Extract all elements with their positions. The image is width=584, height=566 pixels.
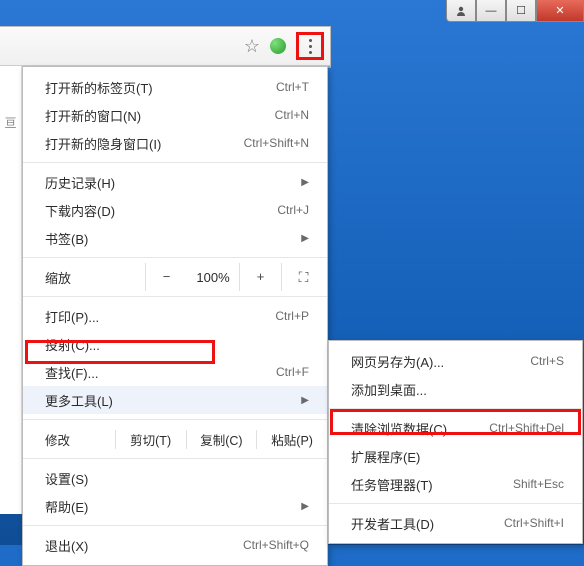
- menu-item-label: 查找(F)...: [45, 363, 276, 382]
- submenu-save-as[interactable]: 网页另存为(A)... Ctrl+S: [329, 347, 582, 375]
- submenu-extensions[interactable]: 扩展程序(E): [329, 442, 582, 470]
- menu-button[interactable]: [309, 39, 312, 54]
- menu-item-label: 退出(X): [45, 536, 243, 555]
- zoom-out-button[interactable]: −: [145, 263, 187, 291]
- menu-item-label: 开发者工具(D): [351, 514, 504, 533]
- menu-item-accel: Ctrl+J: [277, 203, 309, 217]
- menu-separator: [23, 257, 327, 258]
- user-icon: [455, 5, 467, 17]
- menu-item-label: 添加到桌面...: [351, 380, 564, 399]
- close-button[interactable]: ✕: [536, 0, 584, 22]
- copy-button[interactable]: 复制(C): [187, 430, 258, 449]
- menu-item-label: 更多工具(L): [45, 391, 295, 410]
- menu-item-label: 打印(P)...: [45, 307, 275, 326]
- minimize-button[interactable]: —: [476, 0, 506, 22]
- menu-item-accel: Ctrl+T: [276, 80, 309, 94]
- chevron-right-icon: ▶: [301, 395, 309, 406]
- menu-item-label: 扩展程序(E): [351, 447, 564, 466]
- menu-item-accel: Ctrl+Shift+N: [244, 136, 309, 150]
- zoom-label: 缩放: [45, 268, 145, 287]
- menu-button-highlight: [296, 32, 324, 60]
- submenu-add-desktop[interactable]: 添加到桌面...: [329, 375, 582, 403]
- toolbar: ☆: [0, 27, 330, 66]
- menu-item-label: 书签(B): [45, 229, 295, 248]
- menu-zoom: 缩放 − 100% + ⛶: [23, 263, 327, 291]
- menu-separator: [23, 296, 327, 297]
- menu-item-label: 清除浏览数据(C)...: [351, 419, 489, 438]
- menu-item-label: 下载内容(D): [45, 201, 277, 220]
- main-menu: 打开新的标签页(T) Ctrl+T 打开新的窗口(N) Ctrl+N 打开新的隐…: [22, 66, 328, 566]
- menu-item-accel: Shift+Esc: [513, 477, 564, 491]
- menu-item-label: 网页另存为(A)...: [351, 352, 530, 371]
- menu-item-label: 投射(C)...: [45, 335, 309, 354]
- menu-separator: [23, 162, 327, 163]
- more-tools-submenu: 网页另存为(A)... Ctrl+S 添加到桌面... 清除浏览数据(C)...…: [328, 340, 583, 544]
- menu-item-label: 任务管理器(T): [351, 475, 513, 494]
- paste-button[interactable]: 粘贴(P): [257, 430, 327, 449]
- menu-separator: [23, 525, 327, 526]
- menu-item-accel: Ctrl+Shift+I: [504, 516, 564, 530]
- menu-separator: [23, 419, 327, 420]
- chevron-right-icon: ▶: [301, 177, 309, 188]
- menu-settings[interactable]: 设置(S): [23, 464, 327, 492]
- menu-item-accel: Ctrl+Shift+Del: [489, 421, 564, 435]
- zoom-value: 100%: [187, 270, 239, 285]
- cut-button[interactable]: 剪切(T): [116, 430, 187, 449]
- menu-new-tab[interactable]: 打开新的标签页(T) Ctrl+T: [23, 73, 327, 101]
- menu-item-label: 打开新的窗口(N): [45, 106, 275, 125]
- menu-item-accel: Ctrl+F: [276, 365, 309, 379]
- menu-separator: [23, 458, 327, 459]
- menu-separator: [329, 408, 582, 409]
- extension-icon[interactable]: [270, 38, 286, 54]
- menu-cast[interactable]: 投射(C)...: [23, 330, 327, 358]
- chevron-right-icon: ▶: [301, 233, 309, 244]
- browser-toolbar-area: ☆: [0, 26, 331, 68]
- menu-downloads[interactable]: 下载内容(D) Ctrl+J: [23, 196, 327, 224]
- submenu-dev-tools[interactable]: 开发者工具(D) Ctrl+Shift+I: [329, 509, 582, 537]
- edit-label: 修改: [23, 430, 116, 449]
- menu-item-accel: Ctrl+P: [275, 309, 309, 323]
- menu-print[interactable]: 打印(P)... Ctrl+P: [23, 302, 327, 330]
- menu-incognito[interactable]: 打开新的隐身窗口(I) Ctrl+Shift+N: [23, 129, 327, 157]
- menu-item-label: 帮助(E): [45, 497, 295, 516]
- menu-item-accel: Ctrl+S: [530, 354, 564, 368]
- window-controls: — ☐ ✕: [446, 0, 584, 22]
- menu-item-label: 历史记录(H): [45, 173, 295, 192]
- menu-more-tools[interactable]: 更多工具(L) ▶: [23, 386, 327, 414]
- fullscreen-button[interactable]: ⛶: [281, 263, 325, 291]
- menu-item-label: 打开新的标签页(T): [45, 78, 276, 97]
- bookmark-star-icon[interactable]: ☆: [244, 36, 260, 57]
- maximize-button[interactable]: ☐: [506, 0, 536, 22]
- menu-bookmarks[interactable]: 书签(B) ▶: [23, 224, 327, 252]
- account-button[interactable]: [446, 0, 476, 22]
- menu-exit[interactable]: 退出(X) Ctrl+Shift+Q: [23, 531, 327, 559]
- menu-find[interactable]: 查找(F)... Ctrl+F: [23, 358, 327, 386]
- submenu-task-manager[interactable]: 任务管理器(T) Shift+Esc: [329, 470, 582, 498]
- menu-new-window[interactable]: 打开新的窗口(N) Ctrl+N: [23, 101, 327, 129]
- chevron-right-icon: ▶: [301, 501, 309, 512]
- left-strip: 亘: [0, 66, 22, 514]
- menu-help[interactable]: 帮助(E) ▶: [23, 492, 327, 520]
- menu-separator: [329, 503, 582, 504]
- menu-item-label: 设置(S): [45, 469, 309, 488]
- menu-item-label: 打开新的隐身窗口(I): [45, 134, 244, 153]
- menu-history[interactable]: 历史记录(H) ▶: [23, 168, 327, 196]
- menu-item-accel: Ctrl+Shift+Q: [243, 538, 309, 552]
- zoom-in-button[interactable]: +: [239, 263, 281, 291]
- submenu-clear-data[interactable]: 清除浏览数据(C)... Ctrl+Shift+Del: [329, 414, 582, 442]
- menu-edit-row: 修改 剪切(T) 复制(C) 粘贴(P): [23, 425, 327, 453]
- menu-item-accel: Ctrl+N: [275, 108, 309, 122]
